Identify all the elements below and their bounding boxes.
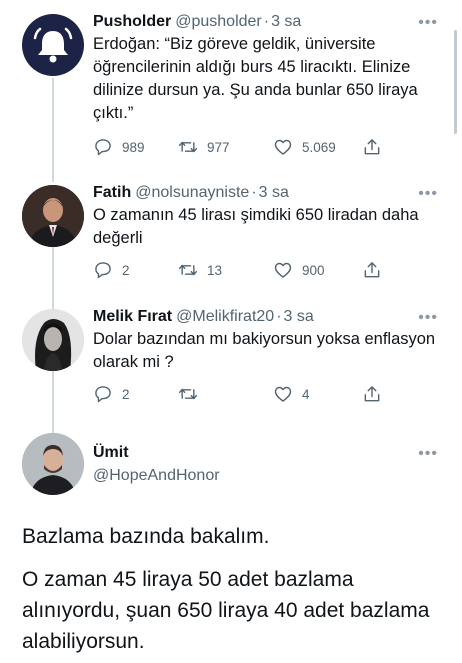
tweet-umit[interactable]: Ümit @HopeAndHonor ••• Bazlama bazında b… [0,433,462,663]
tweet-text: Dolar bazından mı bakiyorsun yoksa enfla… [93,330,436,371]
tweet-content: Ümit @HopeAndHonor [93,443,440,486]
person-photo-icon [22,185,84,247]
more-options-icon[interactable]: ••• [418,14,438,32]
reply-button[interactable]: 989 [93,137,145,157]
reply-button[interactable]: 2 [93,260,130,280]
reply-icon [95,139,111,156]
share-button[interactable] [362,260,382,280]
like-button[interactable]: 4 [273,384,310,404]
timestamp[interactable]: 3 sa [284,308,314,325]
person-photo-icon [22,309,84,371]
person-photo-icon [22,433,84,495]
like-button[interactable]: 5.069 [273,137,336,157]
reply-count: 2 [122,262,130,278]
like-count: 900 [302,262,325,278]
share-button[interactable] [362,137,382,157]
heart-icon [274,386,292,402]
separator-dot: · [276,308,282,325]
tweet-header: Ümit [93,443,440,463]
like-button[interactable]: 900 [273,260,325,280]
heart-icon [274,262,292,278]
timestamp[interactable]: 3 sa [271,13,301,30]
timestamp[interactable]: 3 sa [259,184,289,201]
tweet-pusholder[interactable]: Pusholder @pusholder · 3 sa Erdoğan: “Biz g… [0,12,462,172]
tweet-header: Fatih @nolsunayniste · 3 sa [93,183,440,203]
like-count: 4 [302,386,310,402]
avatar[interactable] [22,185,84,247]
avatar[interactable] [22,14,84,76]
tweet-fatih[interactable]: Fatih @nolsunayniste · 3 sa O zamanın 45 li… [0,183,462,283]
retweet-button[interactable]: 977 [178,137,230,157]
tweet-content: Fatih @nolsunayniste · 3 sa O zamanın 45 li… [93,183,440,250]
tweet-text-paragraph-1: Bazlama bazında bakalım. [22,525,270,548]
tweet-actions: 2 13 900 [93,260,393,282]
tweet-text-paragraph-2: O zaman 45 liraya 50 adet bazlama alınıy… [22,568,430,653]
reply-count: 2 [122,386,130,402]
share-icon [364,386,380,402]
separator-dot: · [263,13,270,30]
tweet-content: Melik Fırat @Melikfirat20 · 3 sa Dolar bazı… [93,307,440,374]
more-options-icon[interactable]: ••• [418,185,438,203]
share-icon [364,139,380,155]
display-name[interactable]: Melik Fırat [93,308,172,325]
more-options-icon[interactable]: ••• [418,309,438,327]
retweet-count: 13 [207,262,223,278]
tweet-text: O zamanın 45 lirası şimdiki 650 liradan … [93,206,419,247]
reply-icon [95,262,111,279]
tweet-header-handle: @HopeAndHonor [93,466,440,486]
heart-icon [274,139,292,155]
tweet-actions: 989 977 5.069 [93,137,393,159]
retweet-icon [178,141,198,153]
retweet-icon [178,388,198,400]
retweet-count: 977 [207,139,230,155]
user-handle[interactable]: @Melikfirat20 [176,308,274,325]
avatar[interactable] [22,433,84,495]
reply-icon [95,386,111,403]
tweet-header: Pusholder @pusholder · 3 sa [93,12,440,32]
reply-count: 989 [122,139,145,155]
reply-button[interactable]: 2 [93,384,130,404]
share-icon [364,262,380,278]
tweet-text: Erdoğan: “Biz göreve geldik, üniversite … [93,35,418,122]
tweet-actions: 2 4 [93,384,393,406]
share-button[interactable] [362,384,382,404]
user-handle[interactable]: @pusholder [175,13,262,30]
display-name[interactable]: Ümit [93,444,129,461]
retweet-button[interactable] [178,384,207,404]
more-options-icon[interactable]: ••• [418,445,438,463]
user-handle[interactable]: @HopeAndHonor [93,467,220,484]
tweet-content: Pusholder @pusholder · 3 sa Erdoğan: “Biz g… [93,12,440,125]
bell-icon [33,27,73,63]
retweet-icon [178,264,198,276]
tweet-header: Melik Fırat @Melikfirat20 · 3 sa [93,307,440,327]
display-name[interactable]: Fatih [93,184,131,201]
separator-dot: · [251,184,257,201]
tweet-melik-firat[interactable]: Melik Fırat @Melikfirat20 · 3 sa Dolar bazı… [0,307,462,407]
user-handle[interactable]: @nolsunayniste [135,184,249,201]
display-name[interactable]: Pusholder [93,13,171,30]
avatar[interactable] [22,309,84,371]
like-count: 5.069 [302,139,336,155]
retweet-button[interactable]: 13 [178,260,222,280]
